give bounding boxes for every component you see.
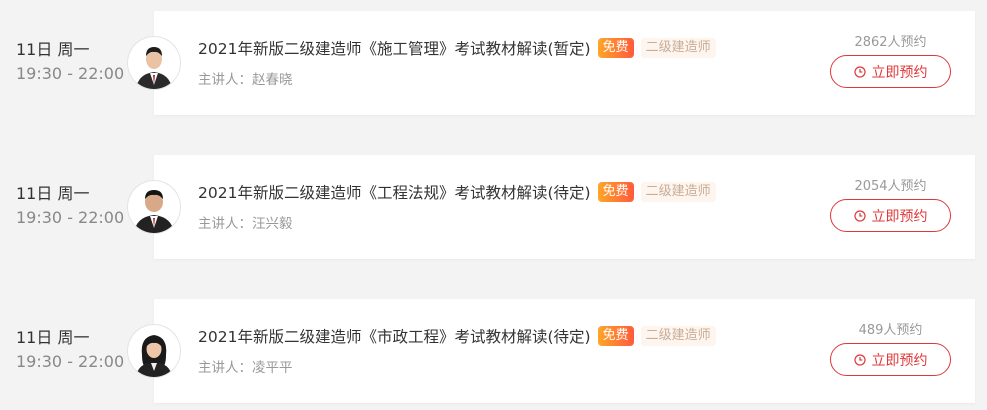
session-card: 2021年新版二级建造师《施工管理》考试教材解读(暂定) 免费 二级建造师 主讲…: [154, 11, 975, 115]
title-line: 2021年新版二级建造师《工程法规》考试教材解读(待定) 免费 二级建造师: [198, 181, 716, 203]
reserve-button-label: 立即预约: [871, 352, 928, 369]
lecturer-name: 主讲人：汪兴毅: [198, 216, 293, 232]
reserve-button[interactable]: 立即预约: [830, 199, 951, 232]
session-hours: 19:30 - 22:00: [16, 352, 125, 371]
session-card: 2021年新版二级建造师《市政工程》考试教材解读(待定) 免费 二级建造师 主讲…: [154, 299, 975, 403]
lecturer-avatar: [128, 181, 180, 233]
reservation-count: 489人预约: [858, 323, 923, 338]
lecturer-name: 主讲人：赵春晓: [198, 72, 293, 88]
session-date: 11日 周一: [16, 184, 90, 203]
reserve-button[interactable]: 立即预约: [830, 55, 951, 88]
reserve-button-label: 立即预约: [871, 208, 928, 225]
session-row: 11日 周一 19:30 - 22:00 2021年新版二级建造师《工程法规》考…: [0, 155, 987, 259]
session-title[interactable]: 2021年新版二级建造师《工程法规》考试教材解读(待定): [198, 181, 591, 203]
session-row: 11日 周一 19:30 - 22:00 2021年新版二级建造师《市政工程》考…: [0, 299, 987, 403]
lecturer-avatar: [128, 325, 180, 377]
session-hours: 19:30 - 22:00: [16, 208, 125, 227]
lecturer-avatar: [128, 37, 180, 89]
session-time: 11日 周一 19:30 - 22:00: [16, 184, 126, 228]
category-badge: 二级建造师: [640, 38, 716, 58]
session-row: 11日 周一 19:30 - 22:00 2021年新版二级建造师《施工管理》考…: [0, 11, 987, 115]
session-date: 11日 周一: [16, 328, 90, 347]
session-time: 11日 周一 19:30 - 22:00: [16, 328, 126, 372]
title-line: 2021年新版二级建造师《施工管理》考试教材解读(暂定) 免费 二级建造师: [198, 37, 716, 59]
title-line: 2021年新版二级建造师《市政工程》考试教材解读(待定) 免费 二级建造师: [198, 325, 716, 347]
session-date: 11日 周一: [16, 40, 90, 59]
free-badge: 免费: [597, 182, 634, 202]
reserve-button[interactable]: 立即预约: [830, 343, 951, 376]
session-hours: 19:30 - 22:00: [16, 64, 125, 83]
clock-icon: [853, 353, 866, 366]
session-card: 2021年新版二级建造师《工程法规》考试教材解读(待定) 免费 二级建造师 主讲…: [154, 155, 975, 259]
reserve-button-label: 立即预约: [871, 64, 928, 81]
session-title[interactable]: 2021年新版二级建造师《施工管理》考试教材解读(暂定): [198, 37, 591, 59]
reservation-count: 2054人预约: [854, 179, 927, 194]
clock-icon: [853, 209, 866, 222]
category-badge: 二级建造师: [640, 326, 716, 346]
free-badge: 免费: [597, 38, 634, 58]
category-badge: 二级建造师: [640, 182, 716, 202]
free-badge: 免费: [597, 326, 634, 346]
lecturer-name: 主讲人：凌平平: [198, 360, 293, 376]
session-time: 11日 周一 19:30 - 22:00: [16, 40, 126, 84]
clock-icon: [853, 65, 866, 78]
session-title[interactable]: 2021年新版二级建造师《市政工程》考试教材解读(待定): [198, 325, 591, 347]
reservation-count: 2862人预约: [854, 35, 927, 50]
